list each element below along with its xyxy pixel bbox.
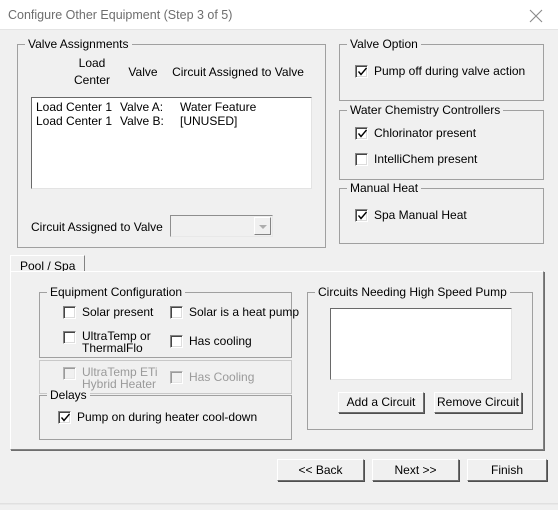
checkbox-box (63, 306, 76, 319)
manual-heat-group: Manual Heat Spa Manual Heat (339, 182, 544, 244)
high-speed-pump-group: Circuits Needing High Speed Pump Add a C… (307, 286, 533, 430)
equipment-configuration-group: Equipment Configuration Solar present So… (39, 286, 299, 358)
checkbox-label: UltraTemp ETi Hybrid Heater (82, 366, 158, 390)
remove-circuit-button[interactable]: Remove Circuit (434, 392, 522, 413)
row-valve: Valve A: (120, 100, 164, 114)
table-row[interactable]: Load Center 1 Valve A: Water Feature (32, 100, 311, 114)
checkbox-label: Solar present (82, 305, 154, 319)
tab-panel: Equipment Configuration Solar present So… (10, 271, 544, 450)
manual-heat-legend: Manual Heat (347, 182, 422, 194)
checkbox-box (63, 367, 76, 380)
configure-other-equipment-dialog: Configure Other Equipment (Step 3 of 5) … (0, 0, 558, 510)
finish-label: Finish (490, 463, 523, 477)
checkbox-label: Has cooling (189, 334, 252, 348)
add-a-circuit-label: Add a Circuit (346, 395, 416, 409)
checkbox-box (63, 331, 76, 344)
equipment-configuration-legend: Equipment Configuration (47, 286, 186, 298)
checkbox-label: Has Cooling (189, 370, 255, 384)
title-bar: Configure Other Equipment (Step 3 of 5) (0, 0, 558, 30)
high-speed-pump-list[interactable] (330, 308, 512, 380)
finish-button[interactable]: Finish (467, 459, 547, 481)
checkbox-box (170, 335, 183, 348)
high-speed-pump-legend: Circuits Needing High Speed Pump (315, 286, 510, 298)
ultratemp-label-line2: ThermalFlo (82, 341, 143, 355)
row-circuit: Water Feature (180, 100, 257, 114)
valve-assignments-legend: Valve Assignments (25, 38, 132, 50)
column-header-load: Load (78, 56, 106, 70)
close-icon (529, 9, 543, 23)
chevron-down-icon[interactable] (254, 217, 271, 235)
back-label: << Back (298, 463, 343, 477)
table-row[interactable]: Load Center 1 Valve B: [UNUSED] (32, 114, 311, 128)
next-label: Next >> (394, 463, 437, 477)
row-valve: Valve B: (120, 114, 164, 128)
checkbox-box (58, 411, 71, 424)
checkbox-label: Pump on during heater cool-down (77, 410, 258, 424)
checkbox-label: UltraTemp or ThermalFlo (82, 330, 151, 354)
checkbox-box (355, 209, 368, 222)
checkbox-label: Spa Manual Heat (374, 208, 467, 222)
delays-legend: Delays (47, 389, 90, 401)
checkbox-box (355, 65, 368, 78)
checkbox-box (170, 306, 183, 319)
checkbox-label: Pump off during valve action (374, 64, 526, 78)
back-button[interactable]: << Back (277, 459, 364, 481)
water-chemistry-controllers-group: Water Chemistry Controllers Chlorinator … (339, 104, 544, 180)
checkbox-box (355, 153, 368, 166)
column-header-circuit: Circuit Assigned to Valve (172, 65, 304, 79)
valve-assignments-list[interactable]: Load Center 1 Valve A: Water Feature Loa… (31, 97, 312, 189)
remove-circuit-label: Remove Circuit (436, 395, 520, 409)
checkbox-label: Solar is a heat pump (189, 305, 300, 319)
checkbox-box (170, 371, 183, 384)
eti-label-line2: Hybrid Heater (82, 377, 157, 391)
check-icon (358, 129, 367, 138)
check-icon (61, 413, 70, 422)
row-load-center: Load Center 1 (36, 100, 113, 114)
checkbox-box (355, 127, 368, 140)
delays-group: Delays Pump on during heater cool-down (39, 389, 292, 440)
next-button[interactable]: Next >> (372, 459, 459, 481)
water-chemistry-legend: Water Chemistry Controllers (347, 104, 504, 116)
valve-assignments-group: Valve Assignments Load Center Valve Circ… (17, 38, 326, 248)
circuit-assigned-combobox[interactable] (170, 215, 273, 237)
check-icon (358, 211, 367, 220)
checkbox-label: Chlorinator present (374, 126, 477, 140)
window-title: Configure Other Equipment (Step 3 of 5) (8, 8, 233, 22)
valve-option-legend: Valve Option (347, 38, 421, 50)
close-button[interactable] (514, 0, 558, 29)
column-header-center: Center (73, 73, 111, 87)
valve-option-group: Valve Option Pump off during valve actio… (339, 38, 544, 101)
window-bottom-edge (0, 503, 558, 506)
row-load-center: Load Center 1 (36, 114, 113, 128)
row-circuit: [UNUSED] (180, 114, 238, 128)
circuit-assigned-label: Circuit Assigned to Valve (31, 220, 163, 234)
checkbox-label: IntelliChem present (374, 152, 478, 166)
add-a-circuit-button[interactable]: Add a Circuit (338, 392, 424, 413)
check-icon (358, 67, 367, 76)
